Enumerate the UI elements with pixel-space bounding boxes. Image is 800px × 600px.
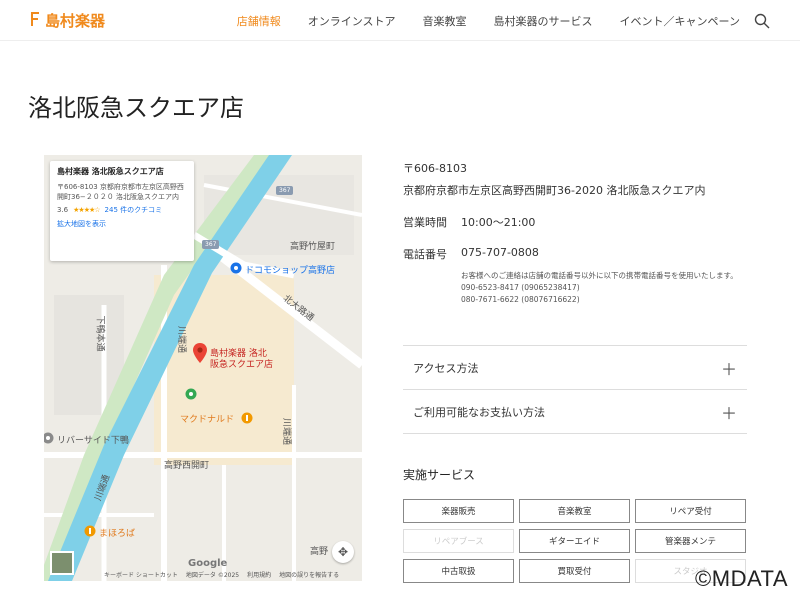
services-title: 実施サービス — [403, 468, 476, 482]
store-address: 京都府京都市左京区高野西開町36-2020 洛北阪急スクエア内 — [403, 184, 706, 197]
watermark: ©MDATA — [695, 566, 788, 591]
mobile-number-2[interactable]: 080-7671-6622 (08076716622) — [461, 294, 748, 306]
map-card-address: 〒606-8103 京都府京都市左京区高野西開町36−２０２０ 洛北阪急スクエア… — [57, 182, 184, 201]
map-label-mahoroba: まほろば — [99, 529, 136, 539]
map-label-kawabata-small: 川端通 — [281, 417, 292, 446]
hours-value: 10:00～21:00 — [461, 216, 536, 229]
rating-stars: ★★★★☆ — [73, 205, 100, 214]
map-label-riverside: リバーサイド下鴨 — [57, 436, 129, 446]
mobile-number-1[interactable]: 090-6523-8417 (09065238417) — [461, 282, 748, 294]
service-button: リペアブース — [403, 529, 514, 553]
service-button[interactable]: リペア受付 — [635, 499, 746, 523]
map-label-takano-takeya: 高野竹屋町 — [290, 242, 336, 252]
map-info-card: 島村楽器 洛北阪急スクエア店 〒606-8103 京都府京都市左京区高野西開町3… — [50, 161, 194, 261]
site-header: 島村楽器 店舗情報 オンラインストア 音楽教室 島村楽器のサービス イベント／キ… — [0, 0, 800, 41]
service-button[interactable]: 買取受付 — [519, 559, 630, 583]
service-button[interactable]: 中古取扱 — [403, 559, 514, 583]
phone-row: 電話番号 075-707-0808 — [403, 246, 748, 262]
info-accordion: アクセス方法 ＋ ご利用可能なお支払い方法 ＋ — [403, 345, 747, 434]
reviews-link[interactable]: 245 件のクチコミ — [105, 205, 163, 215]
map-label-takano: 高野 — [310, 547, 329, 557]
nav-item-online-store[interactable]: オンラインストア — [308, 13, 396, 29]
map-footer: キーボード ショートカット 地図データ ©2025 利用規約 地図の誤りを報告す… — [104, 570, 339, 579]
map-label-mcd: マクドナルド — [180, 415, 235, 425]
store-map[interactable]: 島村楽器 洛北阪急スクエア店 〒606-8103 京都府京都市左京区高野西開町3… — [44, 155, 362, 581]
logo-mark-icon — [28, 11, 42, 30]
enlarge-map-link[interactable]: 拡大地図を表示 — [57, 219, 187, 229]
page-title: 洛北阪急スクエア店 — [28, 94, 244, 122]
google-logo: Google — [188, 558, 228, 569]
accordion-access-label: アクセス方法 — [413, 361, 479, 375]
map-footer-data: 地図データ ©2025 — [185, 572, 240, 579]
map-label-store: 島村楽器 洛北 阪急スクエア店 — [210, 349, 274, 370]
plus-icon: ＋ — [720, 359, 737, 379]
logo-text: 島村楽器 — [45, 12, 106, 30]
route-badge-2: 367 — [202, 240, 220, 249]
map-label-shimogamo: 下鴨本通 — [94, 315, 105, 352]
hours-row: 営業時間 10:00～21:00 — [403, 214, 748, 230]
map-pan-icon[interactable]: ✥ — [332, 541, 354, 563]
map-footer-report[interactable]: 地図の誤りを報告する — [279, 570, 339, 579]
map-footer-terms[interactable]: 利用規約 — [247, 570, 271, 579]
map-card-rating: 3.6 ★★★★☆ 245 件のクチコミ — [57, 205, 187, 215]
search-icon[interactable] — [754, 13, 770, 29]
nav-item-events[interactable]: イベント／キャンペーン — [620, 13, 740, 29]
service-button[interactable]: ギターエイド — [519, 529, 630, 553]
map-label-takano-nishihiraki: 高野西開町 — [164, 461, 210, 471]
accordion-payment[interactable]: ご利用可能なお支払い方法 ＋ — [403, 390, 747, 434]
accordion-payment-label: ご利用可能なお支払い方法 — [413, 405, 545, 419]
map-footer-shortcuts[interactable]: キーボード ショートカット — [104, 570, 178, 579]
hours-label: 営業時間 — [403, 216, 447, 229]
service-button[interactable]: 音楽教室 — [519, 499, 630, 523]
postal-code: 〒606-8103 — [403, 162, 467, 175]
phone-label: 電話番号 — [403, 248, 447, 261]
service-button[interactable]: 楽器販売 — [403, 499, 514, 523]
map-label-docomo: ドコモショップ高野店 — [245, 266, 336, 276]
map-label-kawabata-1: 川端通 — [176, 325, 187, 354]
mobile-notice: お客様へのご連絡は店舗の電話番号以外に以下の携帯電話番号を使用いたします。 09… — [461, 270, 748, 306]
nav-item-music-school[interactable]: 音楽教室 — [423, 13, 467, 29]
nav-item-services[interactable]: 島村楽器のサービス — [494, 13, 593, 29]
store-info: 〒606-8103 京都府京都市左京区高野西開町36-2020 洛北阪急スクエア… — [403, 160, 748, 306]
notice-text: お客様へのご連絡は店舗の電話番号以外に以下の携帯電話番号を使用いたします。 — [461, 271, 738, 280]
route-badge-1: 367 — [276, 186, 294, 195]
rating-value: 3.6 — [57, 205, 69, 214]
main-nav: 店舗情報 オンラインストア 音楽教室 島村楽器のサービス イベント／キャンペーン — [237, 13, 740, 29]
service-button[interactable]: 管楽器メンテ — [635, 529, 746, 553]
accordion-access[interactable]: アクセス方法 ＋ — [403, 346, 747, 390]
phone-value[interactable]: 075-707-0808 — [461, 246, 539, 262]
plus-icon: ＋ — [720, 403, 737, 423]
nav-item-store-info[interactable]: 店舗情報 — [237, 13, 281, 29]
site-logo[interactable]: 島村楽器 — [28, 10, 105, 31]
map-card-name: 島村楽器 洛北阪急スクエア店 — [57, 167, 164, 176]
map-layer-toggle[interactable] — [50, 551, 74, 575]
